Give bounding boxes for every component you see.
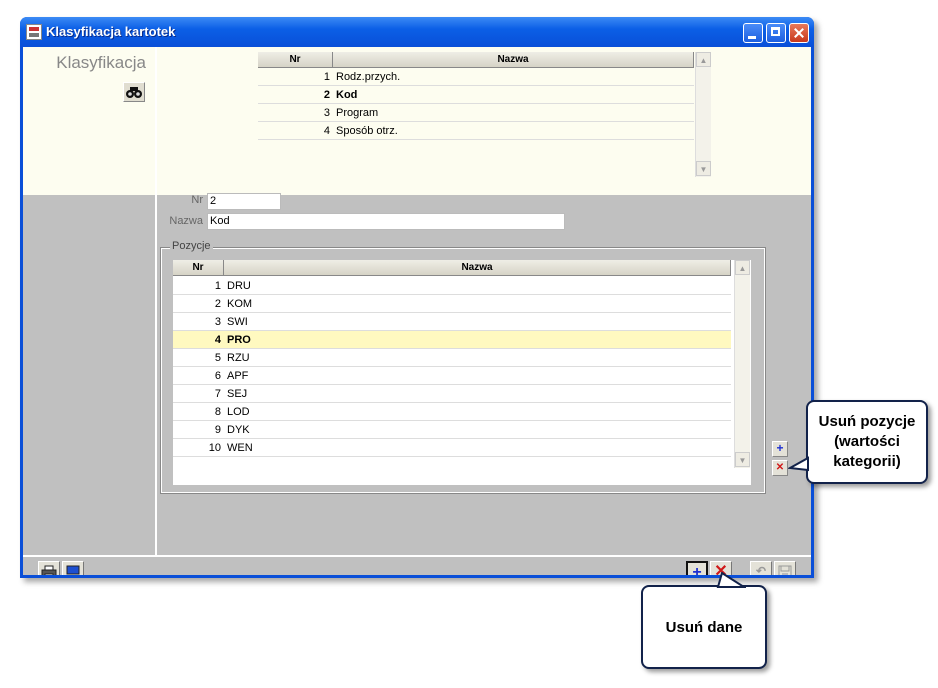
- title-bar[interactable]: Klasyfikacja kartotek: [20, 17, 814, 47]
- row-nr: 4: [214, 334, 221, 346]
- monitor-icon: [66, 565, 80, 575]
- main-window: Klasyfikacja kartotek Klasyfikacja Nr Na…: [20, 17, 814, 578]
- positions-scrollbar[interactable]: ▲ ▼: [734, 260, 750, 468]
- row-nr: 1: [323, 71, 330, 83]
- position-row[interactable]: 9 DYK: [173, 421, 731, 439]
- bottom-divider: [23, 555, 811, 557]
- row-name: SWI: [227, 316, 248, 328]
- row-name: Kod: [336, 89, 358, 101]
- undo-button[interactable]: ↶: [750, 561, 772, 575]
- name-field[interactable]: Kod: [207, 213, 565, 230]
- print-button[interactable]: [38, 561, 60, 575]
- category-row[interactable]: 4 Sposób otrz.: [258, 122, 694, 140]
- maximize-button[interactable]: [766, 23, 786, 43]
- positions-group-label: Pozycje: [170, 240, 213, 252]
- binoculars-icon: [126, 87, 142, 98]
- col-nr[interactable]: Nr: [258, 52, 333, 68]
- row-nr: 5: [214, 352, 221, 364]
- window-title: Klasyfikacja kartotek: [46, 24, 176, 39]
- row-name: Sposób otrz.: [336, 125, 398, 137]
- categories-panel: Nr Nazwa 1 Rodz.przych. 2 Kod 3 Program …: [157, 47, 811, 195]
- position-row[interactable]: 7 SEJ: [173, 385, 731, 403]
- row-nr: 10: [208, 442, 221, 454]
- row-name: DRU: [227, 280, 251, 292]
- binoculars-search-button[interactable]: [123, 82, 145, 102]
- scroll-down-arrow[interactable]: ▼: [696, 161, 711, 176]
- positions-header: Nr Nazwa: [173, 260, 731, 276]
- preview-button[interactable]: [62, 561, 84, 575]
- category-row[interactable]: 3 Program: [258, 104, 694, 122]
- position-row[interactable]: 10 WEN: [173, 439, 731, 457]
- callout-text: Usuń pozycje (wartości kategorii): [818, 413, 916, 470]
- row-nr: 2: [323, 89, 330, 101]
- position-row[interactable]: 3 SWI: [173, 313, 731, 331]
- panel-title: Klasyfikacja: [56, 53, 146, 72]
- row-name: APF: [227, 370, 249, 382]
- row-nr: 9: [214, 424, 221, 436]
- categories-grid: Nr Nazwa 1 Rodz.przych. 2 Kod 3 Program …: [258, 52, 712, 195]
- row-name: KOM: [227, 298, 253, 310]
- col-name[interactable]: Nazwa: [333, 52, 694, 68]
- col-nr[interactable]: Nr: [173, 260, 224, 276]
- row-nr: 3: [214, 316, 221, 328]
- row-name: DYK: [227, 424, 250, 436]
- position-row[interactable]: 2 KOM: [173, 295, 731, 313]
- row-name: LOD: [227, 406, 250, 418]
- left-panel: Klasyfikacja: [23, 47, 157, 195]
- category-row-selected[interactable]: 2 Kod: [258, 86, 694, 104]
- position-row[interactable]: 8 LOD: [173, 403, 731, 421]
- scroll-up-arrow[interactable]: ▲: [735, 260, 750, 275]
- row-name: PRO: [227, 334, 251, 346]
- row-nr: 1: [214, 280, 221, 292]
- position-row-selected[interactable]: 4 PRO: [173, 331, 731, 349]
- callout-remove-data: Usuń dane: [641, 585, 767, 669]
- row-nr: 3: [323, 107, 330, 119]
- position-row[interactable]: 6 APF: [173, 367, 731, 385]
- save-icon: [778, 565, 792, 575]
- row-name: SEJ: [227, 388, 248, 400]
- row-nr: 8: [214, 406, 221, 418]
- categories-scrollbar[interactable]: ▲ ▼: [695, 52, 711, 177]
- col-name[interactable]: Nazwa: [224, 260, 731, 276]
- row-nr: 4: [323, 125, 330, 137]
- client-area: Klasyfikacja Nr Nazwa 1 Rodz.przych. 2 K…: [23, 47, 811, 575]
- printer-icon: [41, 565, 57, 575]
- scroll-down-arrow[interactable]: ▼: [735, 452, 750, 467]
- row-nr: 7: [214, 388, 221, 400]
- app-icon: [26, 24, 42, 40]
- nr-field[interactable]: 2: [207, 193, 281, 210]
- row-name: Rodz.przych.: [336, 71, 401, 83]
- add-record-button[interactable]: +: [686, 561, 708, 575]
- callout-text: Usuń dane: [665, 618, 743, 636]
- undo-icon: ↶: [755, 564, 767, 575]
- row-nr: 2: [214, 298, 221, 310]
- name-label: Nazwa: [169, 215, 203, 227]
- position-row[interactable]: 1 DRU: [173, 277, 731, 295]
- minimize-button[interactable]: [743, 23, 763, 43]
- nr-label: Nr: [191, 194, 203, 206]
- scroll-up-arrow[interactable]: ▲: [696, 52, 711, 67]
- position-row[interactable]: 5 RZU: [173, 349, 731, 367]
- add-position-button[interactable]: +: [772, 441, 788, 457]
- row-name: Program: [336, 107, 379, 119]
- positions-grid: Nr Nazwa 1 DRU 2 KOM 3 SWI 4 PRO 5 RZU 6…: [173, 260, 751, 485]
- vertical-divider: [155, 195, 157, 555]
- save-button[interactable]: [774, 561, 796, 575]
- row-nr: 6: [214, 370, 221, 382]
- remove-position-button[interactable]: ✕: [772, 460, 788, 476]
- callout-pointer: [716, 572, 746, 588]
- close-button[interactable]: [789, 23, 809, 43]
- row-name: WEN: [227, 442, 253, 454]
- callout-remove-positions: Usuń pozycje (wartości kategorii): [806, 400, 928, 484]
- category-row[interactable]: 1 Rodz.przych.: [258, 68, 694, 86]
- callout-pointer: [788, 456, 809, 472]
- row-name: RZU: [227, 352, 250, 364]
- categories-header: Nr Nazwa: [258, 52, 694, 68]
